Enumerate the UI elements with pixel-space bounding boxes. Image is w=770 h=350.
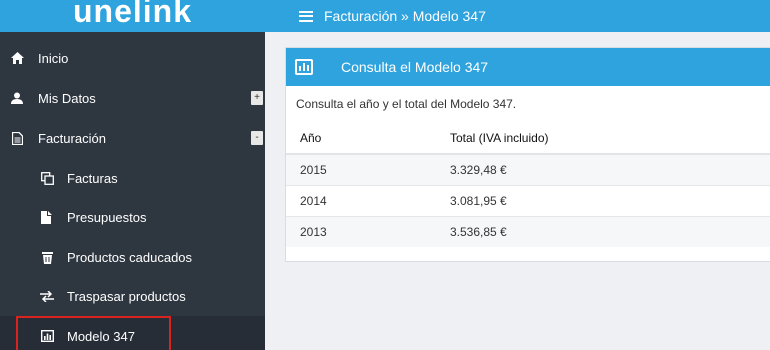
sidebar-item-inicio[interactable]: Inicio xyxy=(0,38,265,78)
table-row: 2014 3.081,95 € xyxy=(286,184,770,216)
expand-toggle[interactable]: + xyxy=(251,91,263,105)
sidebar-item-productos-caducados[interactable]: Productos caducados xyxy=(0,237,265,277)
sidebar-item-label: Traspasar productos xyxy=(67,288,186,304)
selection-highlight xyxy=(16,316,171,350)
cell-total: 3.536,85 € xyxy=(436,215,770,247)
cell-year: 2014 xyxy=(286,184,436,216)
modelo-347-panel: Consulta el Modelo 347 Consulta el año y… xyxy=(285,47,770,262)
table-row: 2015 3.329,48 € xyxy=(286,153,770,185)
cell-year: 2013 xyxy=(286,215,436,247)
sidebar-item-traspasar-productos[interactable]: Traspasar productos xyxy=(0,276,265,316)
column-header-total: Total (IVA incluido) xyxy=(436,122,770,155)
cell-total: 3.329,48 € xyxy=(436,153,770,185)
sidebar-item-label: Presupuestos xyxy=(67,209,147,225)
collapse-toggle[interactable]: - xyxy=(251,131,263,145)
table-row: 2013 3.536,85 € xyxy=(286,215,770,247)
panel-header: Consulta el Modelo 347 xyxy=(286,48,770,86)
sidebar-item-label: Mis Datos xyxy=(38,90,96,106)
panel-title: Consulta el Modelo 347 xyxy=(341,59,489,75)
sidebar: unelink Inicio Mis Datos + Facturación -… xyxy=(0,0,265,350)
sidebar-item-mis-datos[interactable]: Mis Datos + xyxy=(0,78,265,118)
sidebar-item-presupuestos[interactable]: Presupuestos xyxy=(0,197,265,237)
breadcrumb: Facturación » Modelo 347 xyxy=(324,8,486,24)
table-header-row: Año Total (IVA incluido) xyxy=(286,122,770,155)
bar-chart-icon xyxy=(295,59,313,75)
sidebar-item-label: Productos caducados xyxy=(67,249,193,265)
brand-logo[interactable]: unelink xyxy=(0,0,265,32)
copy-icon xyxy=(40,171,54,185)
document-icon xyxy=(10,131,24,145)
column-header-year: Año xyxy=(286,122,436,155)
hamburger-icon[interactable] xyxy=(299,10,313,22)
panel-description: Consulta el año y el total del Modelo 34… xyxy=(296,97,517,111)
sidebar-item-facturacion[interactable]: Facturación - xyxy=(0,118,265,158)
cell-total: 3.081,95 € xyxy=(436,184,770,216)
topbar: Facturación » Modelo 347 xyxy=(265,0,770,32)
trash-icon xyxy=(40,250,54,264)
home-icon xyxy=(10,51,24,65)
sidebar-item-label: Inicio xyxy=(38,50,69,66)
cell-year: 2015 xyxy=(286,153,436,185)
sidebar-item-label: Facturas xyxy=(67,170,118,186)
sidebar-item-facturas[interactable]: Facturas xyxy=(0,158,265,198)
transfer-icon xyxy=(40,289,54,303)
file-icon xyxy=(40,210,54,224)
modelo-347-table: Año Total (IVA incluido) 2015 3.329,48 €… xyxy=(286,122,770,247)
user-icon xyxy=(10,91,24,105)
sidebar-item-label: Facturación xyxy=(38,130,106,146)
